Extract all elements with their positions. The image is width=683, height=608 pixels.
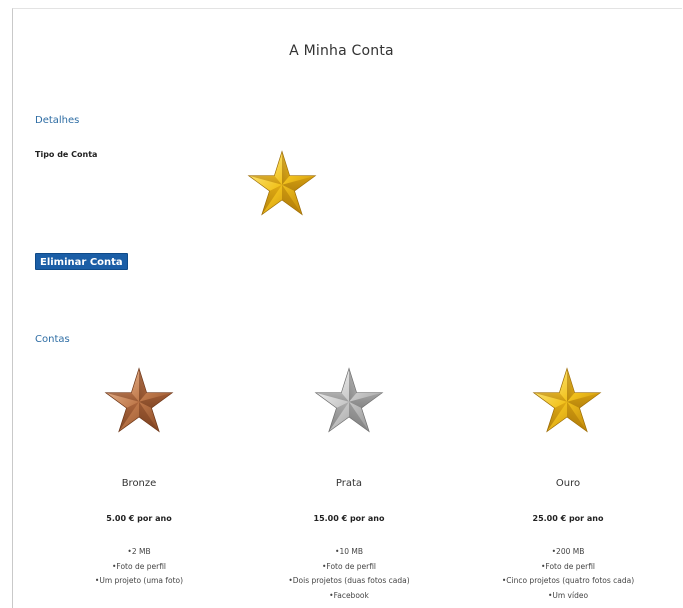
gold-star-icon [532, 367, 602, 433]
feature-item: Um vídeo [453, 589, 683, 604]
silver-star-icon [314, 367, 384, 433]
plan-features: 2 MB Foto de perfil Um projeto (uma foto… [24, 545, 254, 589]
plan-name: Ouro [555, 478, 581, 489]
plan-features: 200 MB Foto de perfil Cinco projetos (qu… [453, 545, 683, 603]
feature-item: Foto de perfil [453, 560, 683, 575]
feature-item: Dois projetos (duas fotos cada) [234, 574, 464, 589]
plan-price: 25.00 € por ano [532, 514, 604, 523]
feature-item: 2 MB [24, 545, 254, 560]
feature-item: Cinco projetos (quatro fotos cada) [453, 574, 683, 589]
feature-item: Foto de perfil [24, 560, 254, 575]
feature-item: Foto de perfil [234, 560, 464, 575]
page-title: A Minha Conta [289, 43, 394, 59]
feature-item: 10 MB [234, 545, 464, 560]
bronze-star-icon [104, 367, 174, 433]
plans-heading: Contas [35, 334, 70, 345]
plan-features: 10 MB Foto de perfil Dois projetos (duas… [234, 545, 464, 603]
plan-name: Prata [335, 478, 363, 489]
gold-star-icon [247, 150, 317, 216]
feature-item: Facebook [234, 589, 464, 604]
account-type-label: Tipo de Conta [35, 150, 98, 159]
details-heading: Detalhes [35, 115, 80, 126]
plan-name: Bronze [121, 478, 157, 489]
feature-item: 200 MB [453, 545, 683, 560]
plan-price: 5.00 € por ano [106, 514, 172, 523]
delete-account-button[interactable]: Eliminar Conta [35, 253, 128, 270]
plan-price: 15.00 € por ano [313, 514, 385, 523]
feature-item: Um projeto (uma foto) [24, 574, 254, 589]
